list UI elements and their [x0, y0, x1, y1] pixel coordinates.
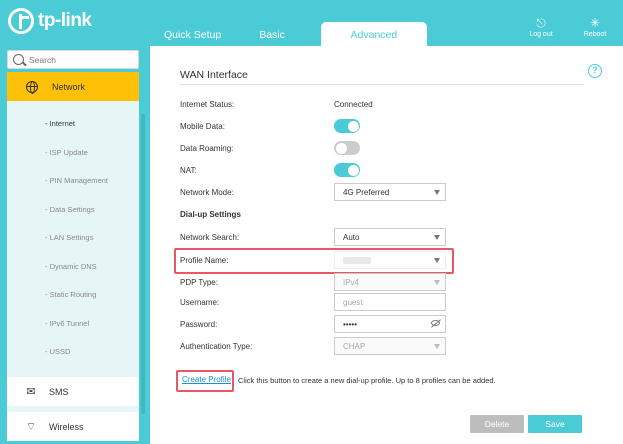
- subnav-isp-update[interactable]: - ISP Update: [45, 148, 88, 157]
- brand-name: tp-link: [38, 10, 92, 31]
- tab-basic[interactable]: Basic: [245, 22, 299, 46]
- network-mode-select[interactable]: 4G Preferred: [334, 183, 446, 201]
- search-input[interactable]: [29, 54, 129, 65]
- tp-link-logo: tp-link: [8, 8, 92, 34]
- reboot-icon: ✳: [589, 16, 601, 30]
- toggle-knob: [347, 164, 359, 176]
- envelope-icon: ✉: [26, 386, 36, 398]
- logout-icon: ⎋: [536, 16, 546, 30]
- chevron-down-icon: [434, 190, 440, 195]
- password-label: Password:: [180, 320, 218, 329]
- pdp-type-label: PDP Type:: [180, 278, 218, 287]
- chevron-down-icon: [434, 235, 440, 240]
- subnav-ipv6-tunnel[interactable]: - IPv6 Tunnel: [45, 319, 89, 328]
- sidebar-item-label: SMS: [49, 386, 69, 397]
- subnav-ussd[interactable]: - USSD: [45, 347, 70, 356]
- pdp-type-select[interactable]: IPv4: [334, 273, 446, 291]
- sidebar-item-label: Network: [52, 81, 86, 92]
- data-roaming-label: Data Roaming:: [180, 144, 234, 153]
- sidebar-scrollbar[interactable]: [141, 114, 145, 414]
- toggle-knob: [335, 142, 347, 154]
- save-button[interactable]: Save: [528, 415, 582, 433]
- username-field[interactable]: guest: [334, 293, 446, 311]
- reboot-button[interactable]: ✳ Reboot: [578, 16, 612, 38]
- eye-slash-icon[interactable]: [431, 320, 440, 326]
- auth-type-value: CHAP: [343, 342, 366, 351]
- tab-quick-setup[interactable]: Quick Setup: [150, 22, 235, 46]
- subnav-dynamic-dns[interactable]: - Dynamic DNS: [45, 262, 97, 271]
- create-profile-note: Click this button to create a new dial-u…: [238, 376, 496, 385]
- tp-link-logo-icon: [8, 8, 34, 34]
- logout-button[interactable]: ⎋ Log out: [524, 16, 558, 38]
- search-icon: [13, 54, 24, 65]
- subnav-lan-settings[interactable]: - LAN Settings: [45, 233, 93, 242]
- profile-name-label: Profile Name:: [180, 256, 229, 265]
- chevron-down-icon: [434, 344, 440, 349]
- mobile-data-label: Mobile Data:: [180, 122, 225, 131]
- main-tabs: Quick Setup Basic Advanced: [150, 22, 427, 46]
- network-search-value: Auto: [343, 233, 360, 242]
- tab-advanced[interactable]: Advanced: [320, 22, 427, 46]
- reboot-label: Reboot: [583, 31, 607, 38]
- create-profile-link[interactable]: Create Profile: [182, 375, 231, 384]
- subnav-static-routing[interactable]: - Static Routing: [45, 290, 96, 299]
- username-label: Username:: [180, 298, 220, 307]
- auth-type-label: Authentication Type:: [180, 342, 253, 351]
- nat-label: NAT:: [180, 166, 197, 175]
- globe-icon: [26, 80, 38, 94]
- top-header: tp-link Quick Setup Basic Advanced ⎋ Log…: [0, 0, 623, 46]
- help-icon[interactable]: ?: [588, 64, 602, 78]
- toggle-knob: [347, 120, 359, 132]
- data-roaming-toggle[interactable]: [334, 141, 360, 155]
- password-value: •••••: [343, 320, 358, 329]
- page-title: WAN Interface: [180, 69, 248, 81]
- delete-button[interactable]: Delete: [470, 415, 524, 433]
- dialup-settings-heading: Dial-up Settings: [180, 210, 241, 219]
- chevron-down-icon: [434, 280, 440, 285]
- network-mode-value: 4G Preferred: [343, 188, 390, 197]
- auth-type-select[interactable]: CHAP: [334, 337, 446, 355]
- network-subnav: - Internet - ISP Update - PIN Management…: [7, 101, 139, 419]
- subnav-data-settings[interactable]: - Data Settings: [45, 205, 95, 214]
- title-divider: [180, 84, 584, 85]
- subnav-internet[interactable]: - Internet: [45, 119, 75, 128]
- network-mode-label: Network Mode:: [180, 188, 234, 197]
- chevron-down-icon: [434, 258, 440, 263]
- sidebar: Network - Internet - ISP Update - PIN Ma…: [0, 46, 150, 444]
- network-search-select[interactable]: Auto: [334, 228, 446, 246]
- subnav-pin-management[interactable]: - PIN Management: [45, 176, 108, 185]
- wifi-icon: ⌔: [25, 420, 37, 433]
- network-search-label: Network Search:: [180, 233, 240, 242]
- sidebar-item-wireless[interactable]: ⌔ Wireless: [7, 412, 139, 441]
- nat-toggle[interactable]: [334, 163, 360, 177]
- internet-status-value: Connected: [334, 100, 373, 109]
- password-field[interactable]: •••••: [334, 315, 446, 333]
- profile-name-select[interactable]: [334, 251, 446, 269]
- sidebar-item-sms[interactable]: ✉ SMS: [7, 377, 139, 406]
- username-value: guest: [343, 298, 363, 307]
- pdp-type-value: IPv4: [343, 278, 360, 287]
- mobile-data-toggle[interactable]: [334, 119, 360, 133]
- profile-name-value-redacted: [343, 257, 371, 264]
- logout-label: Log out: [529, 31, 553, 38]
- search-box[interactable]: [7, 50, 139, 69]
- sidebar-item-network[interactable]: Network: [7, 72, 139, 101]
- sidebar-item-label: Wireless: [49, 421, 84, 432]
- internet-status-label: Internet Status:: [180, 100, 235, 109]
